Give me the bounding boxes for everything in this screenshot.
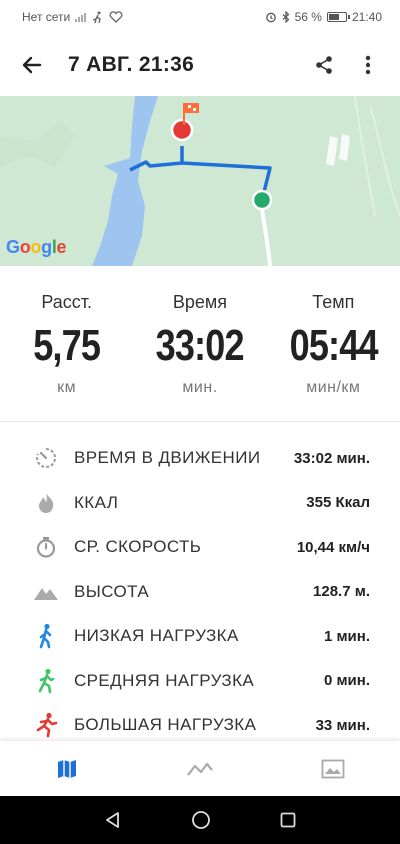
share-icon xyxy=(316,56,332,74)
more-vert-icon xyxy=(365,55,371,75)
app-bar: 7 АВГ. 21:36 xyxy=(0,34,400,96)
distance-value: 5,75 xyxy=(33,321,101,370)
row-label: СР. СКОРОСТЬ xyxy=(74,537,202,557)
row-value: 33:02 мин. xyxy=(293,449,370,467)
row-value: 355 Ккал xyxy=(306,494,370,512)
altitude-row: ВЫСОТА 128.7 м. xyxy=(0,570,400,615)
pace-unit: мин/км xyxy=(306,379,361,396)
time-label: Время xyxy=(172,292,228,312)
page-title: 7 АВГ. 21:36 xyxy=(68,53,195,76)
activity-icon xyxy=(93,11,102,23)
distance-label: Расст. xyxy=(41,292,92,312)
timer-moving-icon xyxy=(32,444,60,472)
nav-photo-tab[interactable] xyxy=(267,741,400,796)
recents-square-icon[interactable] xyxy=(280,812,296,828)
nav-map-tab[interactable] xyxy=(0,741,133,796)
row-label: НИЗКАЯ НАГРУЗКА xyxy=(74,626,239,646)
pace-value: 05:44 xyxy=(289,321,378,370)
calories-row: ККАЛ 355 Ккал xyxy=(0,481,400,526)
route-map[interactable]: Google xyxy=(0,96,400,266)
avg-speed-row: СР. СКОРОСТЬ 10,44 км/ч xyxy=(0,525,400,570)
status-left: Нет сети xyxy=(22,10,123,24)
alarm-icon xyxy=(265,12,276,23)
system-nav-bar xyxy=(0,796,400,844)
jogger-icon xyxy=(32,667,60,695)
bottom-nav xyxy=(0,740,400,796)
time-unit: мин. xyxy=(182,379,218,396)
stopwatch-icon xyxy=(32,533,60,561)
mountain-icon xyxy=(32,578,60,606)
bluetooth-icon xyxy=(282,11,289,23)
start-marker xyxy=(251,189,273,211)
pace-label: Темп xyxy=(312,292,355,312)
share-button[interactable] xyxy=(302,43,346,87)
walker-icon xyxy=(32,622,60,650)
row-label: ВРЕМЯ В ДВИЖЕНИИ xyxy=(74,448,261,468)
distance-unit: км xyxy=(57,379,77,396)
workout-summary: Расст. 5,75 км Время 33:02 мин. Темп 05:… xyxy=(0,266,400,422)
pace-stat: Темп 05:44 мин/км xyxy=(267,266,400,421)
google-logo: Google xyxy=(6,237,67,257)
map-icon xyxy=(57,759,76,778)
nav-chart-tab[interactable] xyxy=(133,741,266,796)
home-circle-icon[interactable] xyxy=(191,810,211,830)
row-value: 128.7 м. xyxy=(313,583,370,601)
row-label: СРЕДНЯЯ НАГРУЗКА xyxy=(74,670,255,690)
row-value: 33 мин. xyxy=(315,716,370,734)
heart-rate-icon xyxy=(109,11,123,23)
back-button[interactable] xyxy=(10,43,54,87)
more-options-button[interactable] xyxy=(346,43,390,87)
clock: 21:40 xyxy=(351,10,382,24)
arrow-back-icon xyxy=(22,56,42,74)
row-value: 1 мин. xyxy=(323,627,370,645)
status-bar: Нет сети 56 % 21:40 xyxy=(0,0,400,34)
medium-load-row: СРЕДНЯЯ НАГРУЗКА 0 мин. xyxy=(0,659,400,704)
photo-icon xyxy=(321,759,345,778)
battery-icon xyxy=(326,12,350,22)
no-signal-icon xyxy=(75,12,87,22)
workout-details-list: ВРЕМЯ В ДВИЖЕНИИ 33:02 мин. ККАЛ 355 Кка… xyxy=(0,436,400,748)
flame-icon xyxy=(32,489,60,517)
battery-fill xyxy=(328,14,340,20)
network-status-text: Нет сети xyxy=(22,10,71,24)
row-value: 10,44 км/ч xyxy=(296,538,370,556)
status-right: 56 % 21:40 xyxy=(265,10,382,24)
low-load-row: НИЗКАЯ НАГРУЗКА 1 мин. xyxy=(0,614,400,659)
moving-time-row: ВРЕМЯ В ДВИЖЕНИИ 33:02 мин. xyxy=(0,436,400,481)
finish-marker xyxy=(170,118,194,142)
chart-icon xyxy=(187,762,213,776)
runner-icon xyxy=(32,711,60,739)
battery-percent: 56 % xyxy=(294,10,322,24)
row-value: 0 мин. xyxy=(323,672,370,690)
row-label: ВЫСОТА xyxy=(74,581,150,601)
distance-stat: Расст. 5,75 км xyxy=(0,266,133,421)
row-label: ККАЛ xyxy=(74,492,119,512)
row-label: БОЛЬШАЯ НАГРУЗКА xyxy=(74,715,257,735)
back-triangle-icon[interactable] xyxy=(104,811,122,829)
time-stat: Время 33:02 мин. xyxy=(133,266,266,421)
time-value: 33:02 xyxy=(155,321,245,370)
